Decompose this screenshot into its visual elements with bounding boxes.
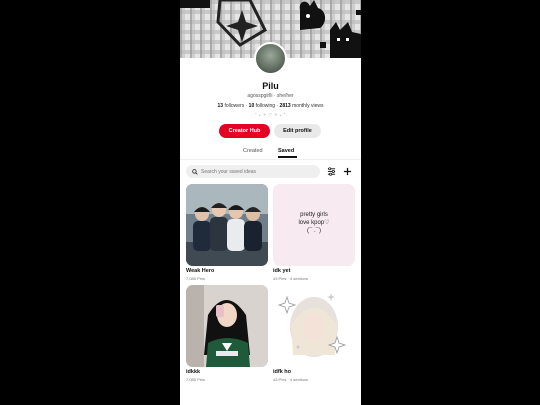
profile-bio-decoration: ˚ ₊ ✧ ♡ ✧ ₊ ˚ [255,112,286,117]
tabs-divider [180,159,361,160]
stats-separator: · [276,103,279,109]
views-count: 2813 [279,103,291,109]
search-icon [192,168,198,175]
mirror-selfie-image [186,285,268,367]
board-cover-text: love kpop♡ [298,220,330,226]
profile-stats: 13 followers · 10 following · 2813 month… [180,103,361,109]
board-meta: 43 Pins · 4 sections [273,377,308,382]
board-cover-weak-hero[interactable] [186,184,268,266]
tab-saved[interactable]: Saved [278,148,294,154]
search-input[interactable] [201,168,311,175]
filter-sliders-icon[interactable] [326,166,337,177]
profile-name: Pilu [262,81,279,91]
board-title[interactable]: idfk ho [273,369,291,375]
followers-label[interactable]: followers [224,103,244,109]
board-meta: 7,085 Pins [186,377,205,382]
views-label: monthly views [292,103,324,109]
board-cover-idk-yet[interactable]: pretty girls love kpop♡ (¯ .¯) [273,184,355,266]
board-cover-idkkk[interactable] [186,285,268,367]
sparkle-portrait-image [273,285,355,367]
tab-created[interactable]: Created [243,148,263,154]
board-title[interactable]: Weak Hero [186,268,214,274]
saved-search-bar[interactable] [186,165,320,178]
board-cover-idfk-ho[interactable] [273,285,355,367]
board-cover-text: (¯ .¯) [307,228,321,234]
creator-hub-button[interactable]: Creator Hub [219,124,270,138]
board-meta: 7,085 Pins [186,276,205,281]
profile-avatar[interactable] [254,42,287,75]
edit-profile-button[interactable]: Edit profile [274,124,321,138]
active-tab-indicator [278,156,297,158]
board-meta: 43 Pins · 4 sections [273,276,308,281]
profile-screen: Pilu agosspgirlli · she/her 13 followers… [180,0,361,405]
following-count[interactable]: 10 [249,103,255,109]
stats-separator: · [245,103,248,109]
plus-icon[interactable] [342,166,353,177]
board-title[interactable]: idkkk [186,369,200,375]
board-cover-text: pretty girls [300,212,328,218]
profile-handle: agosspgirlli · she/her [247,93,294,99]
followers-count[interactable]: 13 [218,103,224,109]
following-label[interactable]: following [256,103,275,109]
group-photo-image [186,184,268,266]
board-title[interactable]: idk yet [273,268,290,274]
